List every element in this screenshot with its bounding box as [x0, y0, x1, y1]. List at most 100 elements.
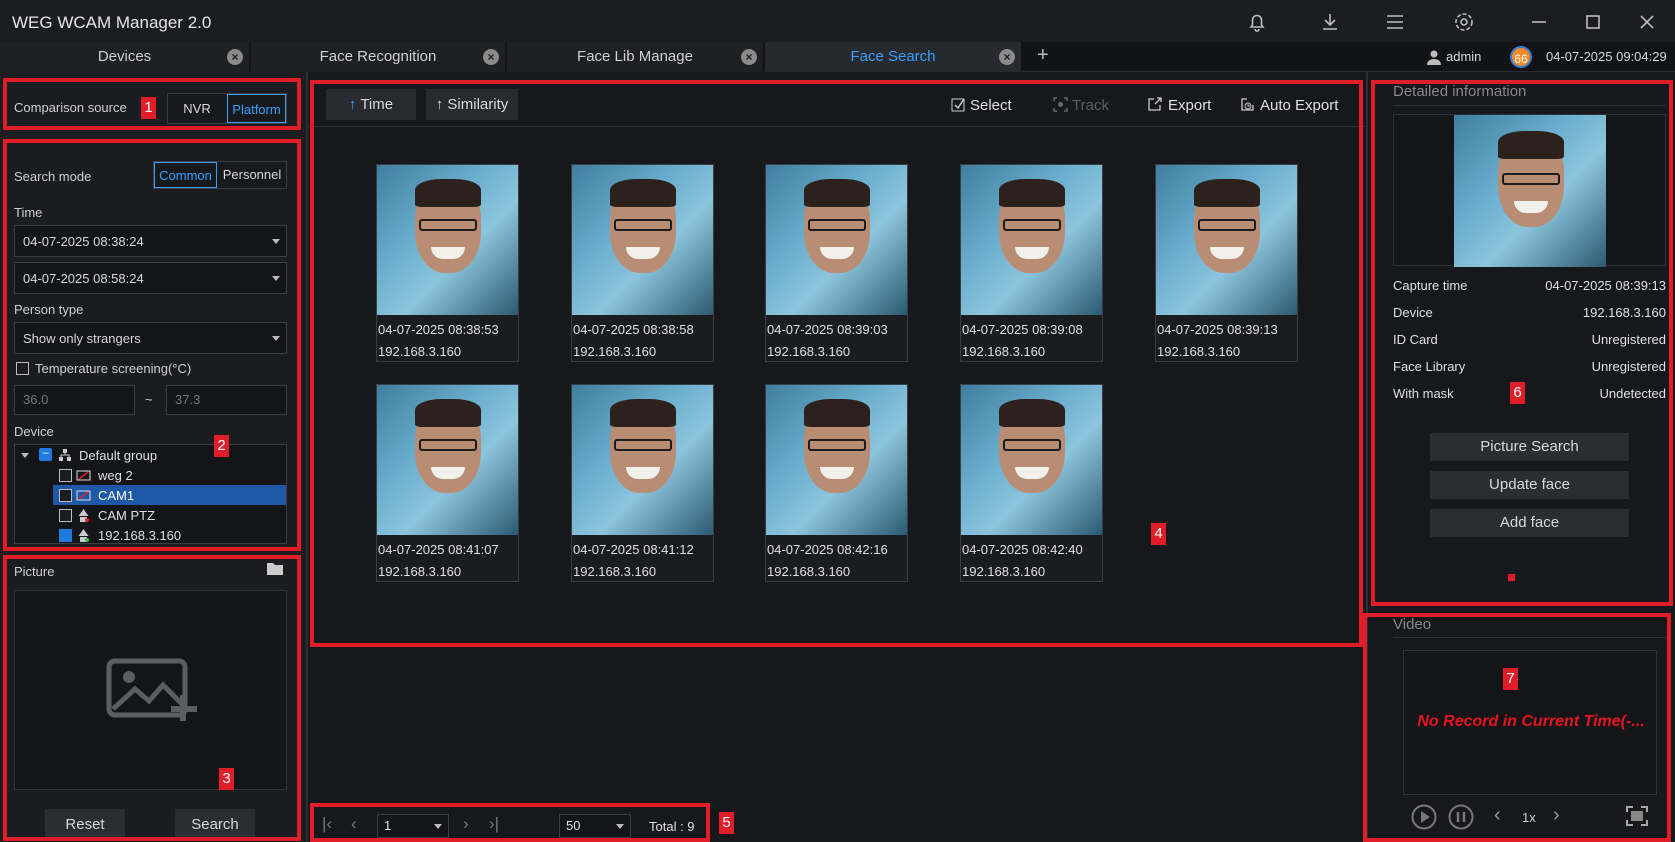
sort-similarity-button[interactable]: ↑ Similarity: [426, 89, 518, 120]
device-checkbox-checked[interactable]: [59, 529, 72, 542]
add-image-icon: [106, 658, 197, 721]
fullscreen-icon[interactable]: [1626, 806, 1648, 826]
sort-time-button[interactable]: ↑ Time: [326, 89, 416, 120]
tree-item-label[interactable]: CAM1: [98, 488, 134, 503]
detail-row: Capture time 04-07-2025 08:39:13: [1393, 278, 1666, 293]
chevron-down-icon: [272, 336, 280, 341]
first-page-icon[interactable]: |‹: [322, 814, 332, 834]
tree-item-label[interactable]: weg 2: [98, 468, 133, 483]
auto-export-button[interactable]: Auto Export: [1260, 97, 1338, 114]
tree-item-label[interactable]: CAM PTZ: [98, 508, 155, 523]
tab-close-icon[interactable]: ×: [227, 49, 243, 65]
time-start-field[interactable]: 04-07-2025 08:38:24: [14, 225, 287, 257]
page-size-select[interactable]: 50: [559, 814, 631, 838]
select-button[interactable]: Select: [970, 97, 1012, 114]
result-card[interactable]: 04-07-2025 08:42:16 192.168.3.160: [765, 384, 908, 582]
page-select[interactable]: 1: [377, 814, 449, 838]
play-icon[interactable]: [1411, 804, 1437, 830]
tab-close-icon[interactable]: ×: [483, 49, 499, 65]
tab-close-icon[interactable]: ×: [741, 49, 757, 65]
device-checkbox[interactable]: [59, 469, 72, 482]
tab-face-search[interactable]: Face Search ×: [765, 42, 1022, 72]
annotation-label-1: 1: [141, 97, 156, 119]
search-button[interactable]: Search: [175, 809, 255, 840]
platform-button[interactable]: Platform: [227, 94, 286, 123]
chevron-down-icon: [616, 824, 624, 829]
maximize-icon[interactable]: [1581, 10, 1605, 34]
total-count: Total : 9: [649, 819, 695, 834]
slower-icon[interactable]: ‹: [1494, 804, 1501, 827]
result-card[interactable]: 04-07-2025 08:39:08 192.168.3.160: [960, 164, 1103, 362]
tree-item-label[interactable]: 192.168.3.160: [98, 528, 181, 543]
result-card[interactable]: 04-07-2025 08:38:58 192.168.3.160: [571, 164, 714, 362]
expand-arrow-icon[interactable]: [21, 453, 29, 458]
capture-device: 192.168.3.160: [962, 564, 1046, 579]
sort-time-label: Time: [360, 96, 394, 113]
pause-icon[interactable]: [1448, 804, 1474, 830]
header-datetime: 04-07-2025 09:04:29: [1546, 49, 1667, 64]
tab-face-recognition[interactable]: Face Recognition ×: [251, 42, 506, 72]
detail-face-photo: [1454, 115, 1606, 267]
menu-icon[interactable]: [1383, 10, 1407, 34]
result-card[interactable]: 04-07-2025 08:42:40 192.168.3.160: [960, 384, 1103, 582]
gear-icon[interactable]: [1452, 10, 1476, 34]
time-end-value: 04-07-2025 08:58:24: [23, 271, 144, 286]
annotation-label-6: 6: [1510, 382, 1525, 404]
picture-drop-zone[interactable]: [14, 590, 287, 790]
arrow-up-icon: ↑: [348, 96, 357, 113]
faster-icon[interactable]: ›: [1553, 804, 1560, 827]
minimize-icon[interactable]: [1527, 10, 1551, 34]
annotation-label-2: 2: [214, 435, 229, 457]
download-icon[interactable]: [1318, 10, 1342, 34]
title-bar: WEG WCAM Manager 2.0: [0, 0, 1675, 42]
prev-page-icon[interactable]: ‹: [351, 814, 357, 834]
track-button[interactable]: Track: [1072, 97, 1109, 114]
picture-search-button[interactable]: Picture Search: [1430, 433, 1629, 461]
export-button[interactable]: Export: [1168, 97, 1211, 114]
chevron-down-icon: [272, 276, 280, 281]
capture-time: 04-07-2025 08:42:16: [767, 542, 888, 557]
result-card[interactable]: 04-07-2025 08:41:12 192.168.3.160: [571, 384, 714, 582]
temperature-checkbox[interactable]: [16, 362, 29, 375]
add-face-button[interactable]: Add face: [1430, 509, 1629, 537]
capture-device: 192.168.3.160: [962, 344, 1046, 359]
update-face-button[interactable]: Update face: [1430, 471, 1629, 499]
ptz-camera-icon: [78, 509, 89, 522]
reset-button[interactable]: Reset: [45, 809, 125, 840]
notification-badge[interactable]: 66: [1510, 46, 1532, 68]
result-card[interactable]: 04-07-2025 08:41:07 192.168.3.160: [376, 384, 519, 582]
result-card[interactable]: 04-07-2025 08:39:13 192.168.3.160: [1155, 164, 1298, 362]
add-tab-button[interactable]: +: [1037, 44, 1049, 67]
personnel-button[interactable]: Personnel: [218, 162, 286, 188]
ptz-camera-icon: [78, 529, 89, 542]
last-page-icon[interactable]: ›|: [489, 814, 499, 834]
common-button[interactable]: Common: [154, 162, 217, 188]
tab-close-icon[interactable]: ×: [999, 49, 1015, 65]
detail-row-label: Capture time: [1393, 278, 1468, 293]
device-checkbox[interactable]: [59, 509, 72, 522]
tab-devices[interactable]: Devices ×: [0, 42, 250, 72]
temp-min-input[interactable]: 36.0: [14, 385, 135, 415]
video-player[interactable]: No Record in Current Time(-...: [1403, 650, 1657, 795]
select-icon: [951, 98, 965, 112]
result-card[interactable]: 04-07-2025 08:38:53 192.168.3.160: [376, 164, 519, 362]
sort-similarity-label: Similarity: [447, 96, 509, 113]
close-icon[interactable]: [1635, 10, 1659, 34]
next-page-icon[interactable]: ›: [463, 814, 469, 834]
detail-row-value: Undetected: [1599, 386, 1667, 401]
person-type-select[interactable]: Show only strangers: [14, 322, 287, 354]
temp-max-input[interactable]: 37.3: [166, 385, 287, 415]
result-card[interactable]: 04-07-2025 08:39:03 192.168.3.160: [765, 164, 908, 362]
time-end-field[interactable]: 04-07-2025 08:58:24: [14, 262, 287, 294]
video-title: Video: [1393, 616, 1432, 633]
nvr-button[interactable]: NVR: [168, 94, 226, 123]
panel-divider: [1366, 72, 1368, 842]
camera-icon: [76, 490, 91, 501]
device-checkbox[interactable]: [59, 489, 72, 502]
bell-icon[interactable]: [1245, 10, 1269, 34]
folder-icon[interactable]: [266, 561, 284, 576]
user-name: admin: [1446, 49, 1482, 64]
tab-face-lib-manage[interactable]: Face Lib Manage ×: [507, 42, 764, 72]
capture-device: 192.168.3.160: [1157, 344, 1241, 359]
group-checkbox[interactable]: –: [39, 448, 52, 461]
